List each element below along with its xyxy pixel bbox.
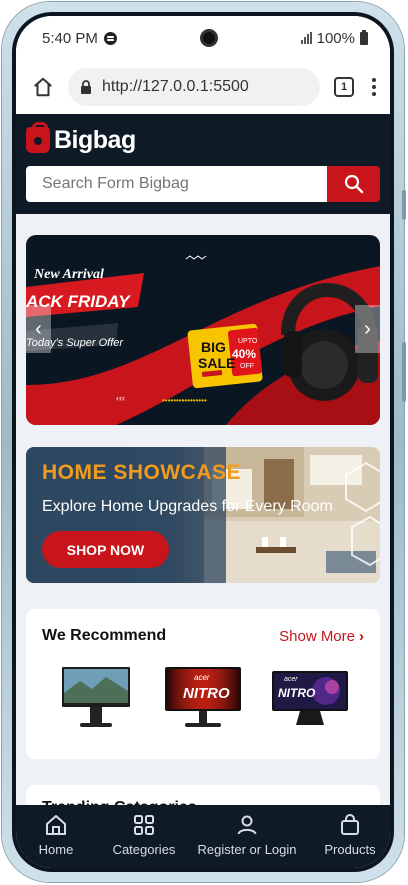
product-label: NITRO — [183, 685, 230, 702]
nav-register-label: Register or Login — [197, 842, 297, 857]
nav-categories[interactable]: Categories — [104, 813, 184, 868]
front-camera — [199, 29, 218, 47]
nav-products-label: Products — [324, 842, 376, 857]
badge-percent: 40% — [232, 347, 257, 361]
badge-big: BIG — [201, 339, 226, 355]
show-more-link[interactable]: Show More › — [279, 628, 364, 645]
status-time: 5:40 PM — [42, 29, 98, 47]
home-icon — [46, 815, 66, 835]
recommend-title: We Recommend — [42, 627, 167, 644]
nav-products[interactable]: Products — [310, 813, 390, 868]
recommend-section: We Recommend Show More › acer NITRO acer… — [26, 609, 380, 759]
home-showcase-banner[interactable]: HOME SHOWCASE Explore Home Upgrades for … — [26, 447, 380, 583]
showcase-title: HOME SHOWCASE — [42, 461, 242, 484]
signal-icon — [300, 32, 312, 44]
product-card[interactable]: acer NITRO — [270, 665, 350, 731]
banner-art: ‹‹‹ •••••••••••••••• — [26, 255, 380, 425]
badge-upto: UPTO — [238, 338, 258, 345]
battery-percent: 100% — [316, 29, 355, 47]
nav-categories-label: Categories — [112, 842, 176, 857]
phone-frame: 5:40 PM 100% http://127.0.0.1:5500 1 Big… — [2, 2, 406, 882]
shop-now-button[interactable]: SHOP NOW — [42, 531, 169, 568]
search-button[interactable] — [327, 166, 380, 202]
url-text: http://127.0.0.1:5500 — [102, 78, 249, 95]
logo[interactable]: Bigbag — [26, 122, 380, 156]
hero-banner[interactable]: ‹‹‹ •••••••••••••••• New Arrival ACK FRI… — [26, 235, 380, 425]
monitor-image — [62, 667, 130, 727]
status-bar: 5:40 PM 100% — [16, 16, 390, 60]
power-button — [402, 342, 406, 402]
carousel-prev-button[interactable]: ‹ — [26, 305, 51, 353]
spotify-icon — [103, 31, 117, 45]
grid-icon — [134, 815, 154, 835]
nav-home[interactable]: Home — [16, 813, 96, 868]
home-icon[interactable] — [32, 76, 54, 98]
product-card[interactable]: acer NITRO — [163, 665, 243, 731]
browser-toolbar: http://127.0.0.1:5500 1 — [16, 60, 390, 114]
nav-home-label: Home — [38, 842, 74, 857]
site-header: Bigbag — [16, 114, 390, 214]
product-brand: acer — [194, 673, 210, 682]
product-brand: acer — [284, 676, 298, 683]
search-bar — [26, 166, 380, 202]
lock-icon — [81, 80, 91, 94]
carousel-next-button[interactable]: › — [355, 305, 380, 353]
nav-register-login[interactable]: Register or Login — [192, 813, 302, 868]
bag-icon — [341, 814, 359, 835]
bottom-nav: Home Categories Register or Login Produc… — [16, 805, 390, 868]
badge-sale: SALE — [198, 355, 236, 371]
chevron-left-icon: ‹ — [35, 317, 42, 340]
chevron-right-icon: › — [364, 317, 371, 340]
product-label: NITRO — [278, 686, 316, 700]
chevron-right-icon: › — [359, 627, 364, 645]
show-more-label: Show More — [279, 627, 355, 645]
badge-off: OFF — [240, 363, 254, 370]
tab-switcher-button[interactable]: 1 — [334, 77, 354, 97]
address-bar[interactable]: http://127.0.0.1:5500 — [68, 68, 320, 106]
product-card[interactable] — [56, 665, 136, 731]
battery-icon — [360, 29, 368, 45]
user-icon — [237, 815, 257, 835]
logo-text: Bigbag — [54, 125, 136, 154]
svg-text:••••••••••••••••: •••••••••••••••• — [162, 396, 207, 405]
phone-bezel: 5:40 PM 100% http://127.0.0.1:5500 1 Big… — [12, 12, 394, 872]
banner-tag: New Arrival — [34, 267, 104, 282]
volume-button — [402, 190, 406, 220]
more-menu-icon[interactable] — [368, 78, 380, 96]
svg-text:‹‹‹: ‹‹‹ — [116, 393, 125, 403]
screen: 5:40 PM 100% http://127.0.0.1:5500 1 Big… — [16, 16, 390, 868]
bag-logo-icon — [26, 122, 50, 153]
showcase-subtitle: Explore Home Upgrades for Every Room — [42, 498, 333, 515]
search-input[interactable] — [26, 166, 327, 202]
search-icon — [344, 174, 363, 194]
